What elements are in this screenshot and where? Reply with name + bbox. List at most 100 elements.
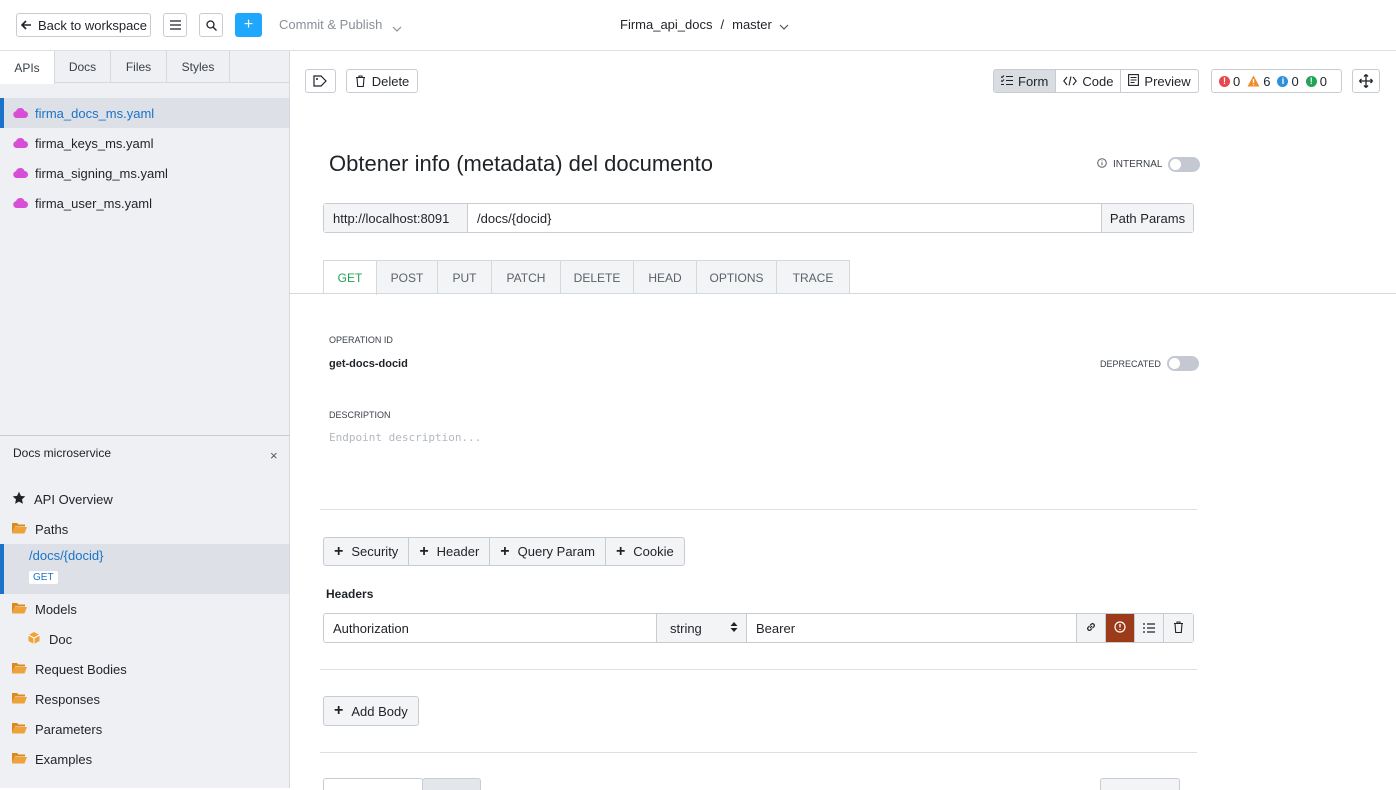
- link-button[interactable]: [1077, 614, 1106, 642]
- tree-item-models[interactable]: Models: [0, 594, 289, 624]
- add-cookie-button[interactable]: + Cookie: [606, 538, 684, 565]
- folder-icon: [12, 602, 27, 617]
- tree-item-examples[interactable]: Examples: [0, 744, 289, 774]
- tree-item-api-overview[interactable]: API Overview: [0, 484, 289, 514]
- deprecated-toggle[interactable]: DEPRECATED: [1100, 356, 1199, 371]
- header-param-row: Authorization string Bearer: [323, 613, 1194, 643]
- hints-value: 0: [1319, 73, 1327, 89]
- delete-label: Delete: [371, 73, 410, 89]
- file-item-firma-user[interactable]: firma_user_ms.yaml: [0, 188, 289, 218]
- file-item-firma-signing[interactable]: firma_signing_ms.yaml: [0, 158, 289, 188]
- response-action-button[interactable]: [1100, 778, 1180, 790]
- delete-header-button[interactable]: [1164, 614, 1193, 642]
- path-params-button[interactable]: Path Params: [1101, 204, 1193, 232]
- preview-icon: [1128, 73, 1140, 89]
- search-icon: [205, 19, 217, 31]
- plus-icon: +: [334, 702, 344, 719]
- internal-switch[interactable]: [1168, 157, 1201, 172]
- hints-count: ! 0: [1305, 73, 1327, 89]
- add-security-label: Security: [351, 544, 399, 559]
- tab-apis[interactable]: APIs: [0, 51, 55, 84]
- back-to-workspace-button[interactable]: Back to workspace: [16, 13, 151, 37]
- main-editor: Delete Form Code Preview ! 0 6 i0 ! 0 Obte…: [290, 51, 1396, 790]
- delete-button[interactable]: Delete: [346, 69, 418, 93]
- plus-icon: +: [500, 542, 510, 560]
- deprecated-switch[interactable]: [1166, 356, 1199, 371]
- header-name-input[interactable]: Authorization: [324, 614, 657, 642]
- preview-label: Preview: [1144, 73, 1191, 89]
- tree-item-request-bodies[interactable]: Request Bodies: [0, 654, 289, 684]
- form-view-button[interactable]: Form: [994, 70, 1057, 92]
- chevron-down-icon: [779, 18, 789, 33]
- add-parameter-group: + Security + Header + Query Param + Cookie: [323, 537, 685, 566]
- tab-docs[interactable]: Docs: [55, 51, 111, 83]
- tag-button[interactable]: [305, 69, 336, 93]
- tab-get[interactable]: GET: [324, 261, 377, 295]
- add-body-button[interactable]: + Add Body: [323, 696, 419, 726]
- move-button[interactable]: [1352, 69, 1380, 93]
- add-header-button[interactable]: + Header: [409, 538, 491, 565]
- add-security-button[interactable]: + Security: [324, 538, 410, 565]
- file-item-firma-docs[interactable]: firma_docs_ms.yaml: [0, 98, 289, 128]
- menu-button[interactable]: [163, 13, 187, 37]
- project-name: Firma_api_docs: [620, 17, 713, 32]
- diagnostics-summary[interactable]: ! 0 6 i0 ! 0: [1211, 69, 1342, 93]
- header-type-select[interactable]: string: [657, 614, 747, 642]
- tab-trace[interactable]: TRACE: [777, 261, 849, 294]
- cloud-icon: [13, 136, 28, 151]
- errors-count: ! 0: [1219, 74, 1240, 89]
- operation-title[interactable]: Obtener info (metadata) del documento: [329, 151, 713, 177]
- search-button[interactable]: [199, 13, 223, 37]
- tab-post[interactable]: POST: [377, 261, 438, 294]
- view-mode-group: Form Code Preview: [993, 69, 1199, 93]
- file-item-firma-keys[interactable]: firma_keys_ms.yaml: [0, 128, 289, 158]
- add-query-param-button[interactable]: + Query Param: [490, 538, 606, 565]
- internal-label: INTERNAL: [1113, 159, 1163, 170]
- response-tab[interactable]: [323, 778, 423, 790]
- tab-styles[interactable]: Styles: [167, 51, 230, 83]
- hint-icon: !: [1305, 75, 1317, 87]
- tree-item-paths[interactable]: Paths: [0, 514, 289, 544]
- required-toggle-button[interactable]: [1106, 614, 1135, 642]
- tab-options[interactable]: OPTIONS: [697, 261, 777, 294]
- tag-icon: [312, 75, 329, 87]
- close-icon[interactable]: ×: [270, 448, 278, 463]
- commit-publish-button[interactable]: Commit & Publish: [279, 17, 382, 32]
- divider: [320, 509, 1197, 510]
- star-icon: [12, 491, 26, 508]
- error-icon: !: [1219, 75, 1230, 87]
- options-button[interactable]: [1135, 614, 1164, 642]
- internal-toggle[interactable]: INTERNAL: [1097, 157, 1201, 172]
- tab-files[interactable]: Files: [111, 51, 167, 83]
- cloud-icon: [13, 196, 28, 211]
- warning-icon: [1247, 75, 1260, 87]
- add-cookie-label: Cookie: [633, 544, 674, 559]
- tree-item-model-doc[interactable]: Doc: [0, 624, 289, 654]
- divider: [320, 669, 1197, 670]
- tab-delete[interactable]: DELETE: [561, 261, 634, 294]
- cloud-icon: [13, 106, 28, 121]
- warnings-value: 6: [1263, 73, 1271, 89]
- tab-head[interactable]: HEAD: [634, 261, 697, 294]
- path-input[interactable]: /docs/{docid}: [468, 204, 1101, 232]
- preview-view-button[interactable]: Preview: [1121, 70, 1197, 92]
- tab-put[interactable]: PUT: [438, 261, 492, 294]
- tab-patch[interactable]: PATCH: [492, 261, 561, 294]
- code-view-button[interactable]: Code: [1056, 70, 1122, 92]
- folder-icon: [12, 692, 27, 707]
- branch-name: master: [732, 17, 772, 32]
- list-icon: [169, 20, 181, 30]
- add-button[interactable]: +: [235, 13, 262, 37]
- tree-item-parameters[interactable]: Parameters: [0, 714, 289, 744]
- project-branch-selector[interactable]: Firma_api_docs / master: [620, 17, 789, 33]
- form-label: Form: [1018, 73, 1049, 89]
- chevron-down-icon[interactable]: [392, 20, 402, 35]
- header-example-input[interactable]: Bearer: [747, 614, 1077, 642]
- tree-item-path-docs-docid[interactable]: /docs/{docid} GET: [0, 544, 289, 594]
- operation-id-value[interactable]: get-docs-docid: [329, 358, 408, 370]
- response-tab-active[interactable]: [422, 778, 481, 790]
- description-field[interactable]: Endpoint description...: [329, 431, 481, 444]
- server-host[interactable]: http://localhost:8091: [324, 204, 468, 232]
- method-badge: GET: [29, 571, 58, 584]
- tree-item-responses[interactable]: Responses: [0, 684, 289, 714]
